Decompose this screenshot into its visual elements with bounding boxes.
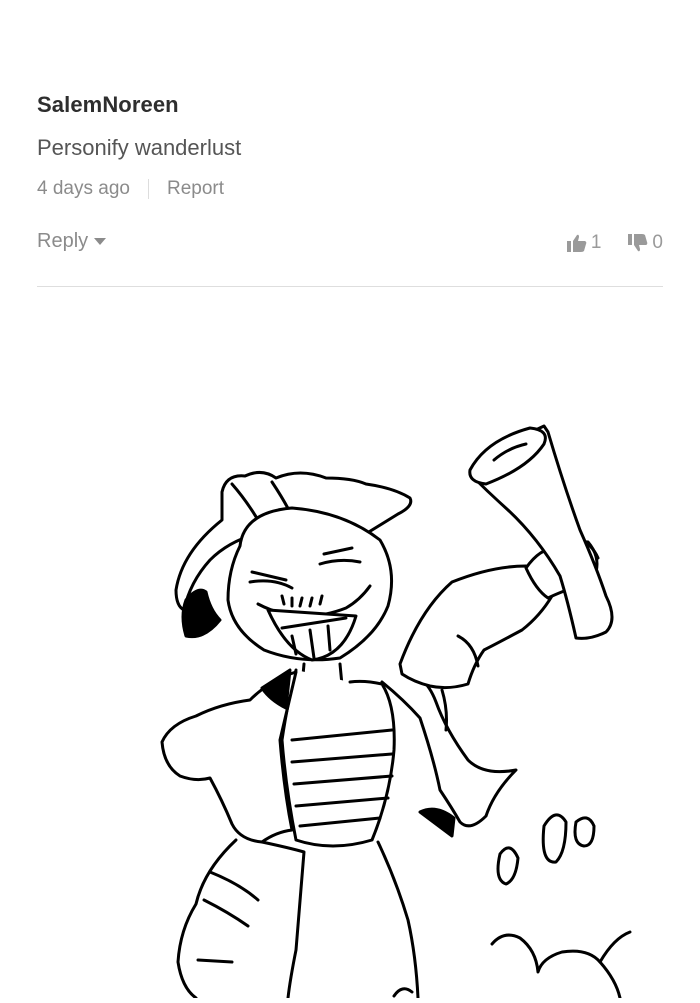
comment-author[interactable]: SalemNoreen [37, 92, 179, 118]
reply-label: Reply [37, 230, 89, 252]
thumbs-up-icon [566, 234, 587, 252]
vote-controls: 1 0 [566, 232, 663, 254]
character-with-megaphone-sketch [160, 424, 632, 1000]
comment-meta: 4 days ago Report [37, 178, 224, 200]
downvote-count: 0 [652, 232, 663, 253]
comment-actions: Reply 1 0 [37, 230, 663, 260]
reply-button[interactable]: Reply [37, 230, 107, 253]
downvote-button[interactable]: 0 [627, 232, 663, 254]
upvote-button[interactable]: 1 [566, 232, 602, 254]
comment-timestamp[interactable]: 4 days ago [37, 178, 130, 200]
thumbs-down-icon [628, 234, 648, 252]
comment-text: Personify wanderlust [37, 135, 242, 160]
drawing-image [0, 287, 700, 1000]
report-link[interactable]: Report [167, 178, 224, 200]
meta-divider [147, 179, 149, 199]
comment: SalemNoreen Personify wanderlust 4 days … [37, 0, 663, 287]
upvote-count: 1 [590, 232, 602, 253]
chevron-down-icon [94, 238, 107, 245]
